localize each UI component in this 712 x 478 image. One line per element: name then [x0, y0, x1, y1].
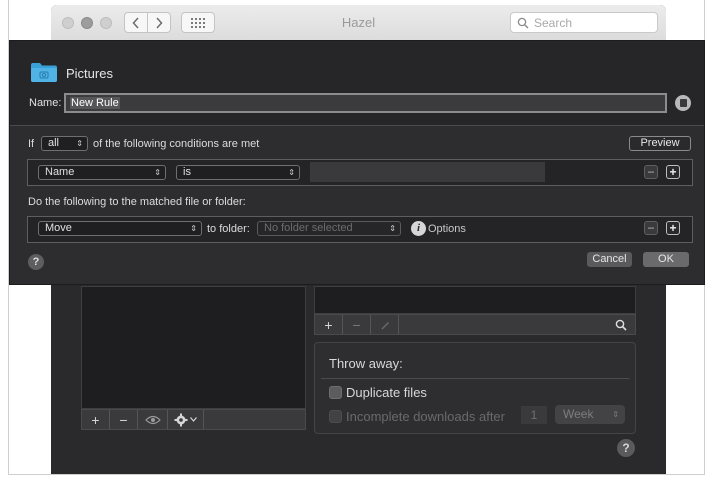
rule-header: Pictures Name: New Rule	[10, 41, 704, 126]
search-icon	[615, 319, 627, 331]
gear-icon	[174, 413, 188, 426]
duplicate-files-checkbox[interactable]	[329, 386, 342, 399]
rule-name-field[interactable]: New Rule	[64, 93, 667, 113]
folder-list-panel[interactable]	[81, 286, 306, 409]
help-button[interactable]: ?	[617, 439, 635, 457]
incomplete-downloads-unit-select[interactable]: Week ⇕	[555, 405, 625, 424]
pencil-icon	[381, 321, 389, 329]
add-rule-button[interactable]: +	[315, 315, 343, 334]
incomplete-downloads-label: Incomplete downloads after	[346, 409, 505, 424]
ok-button[interactable]: OK	[643, 252, 689, 267]
divider	[321, 378, 629, 379]
throw-away-box: Throw away: Duplicate files Incomplete d…	[314, 342, 636, 434]
condition-attribute-value: Name	[45, 166, 75, 178]
condition-attribute-select[interactable]: Name ⇕	[38, 165, 166, 180]
remove-rule-button[interactable]: −	[343, 315, 371, 334]
rules-list-panel[interactable]	[314, 286, 636, 314]
chevron-updown-icon: ⇕	[154, 168, 161, 177]
folder-actions-menu[interactable]	[168, 410, 204, 429]
duplicate-files-label: Duplicate files	[346, 385, 427, 400]
remove-folder-button[interactable]: −	[110, 410, 138, 429]
throw-away-title: Throw away:	[329, 356, 403, 371]
chevron-down-icon	[190, 417, 197, 422]
condition-value-field[interactable]	[310, 162, 545, 182]
chevron-updown-icon: ⇕	[288, 168, 295, 177]
incomplete-downloads-count[interactable]: 1	[521, 406, 547, 424]
preview-folder-button[interactable]	[138, 410, 168, 429]
to-folder-label: to folder:	[207, 223, 250, 235]
edit-rule-button[interactable]	[371, 315, 399, 334]
help-button[interactable]: ?	[28, 254, 44, 270]
cancel-button[interactable]: Cancel	[587, 252, 632, 267]
search-rules-button[interactable]	[607, 315, 635, 334]
chevron-updown-icon: ⇕	[612, 410, 619, 419]
conditions-text: of the following conditions are met	[93, 138, 260, 150]
rules-list-toolbar: + −	[314, 314, 636, 335]
remove-action-button[interactable]: −	[644, 221, 658, 235]
rule-notes-button[interactable]	[675, 95, 691, 111]
rule-name-label: Name:	[29, 97, 62, 109]
incomplete-downloads-checkbox[interactable]	[329, 410, 342, 423]
if-label: If	[28, 138, 35, 150]
condition-operator-value: is	[183, 166, 191, 178]
eye-icon	[144, 415, 161, 424]
action-type-value: Move	[45, 222, 72, 234]
options-button[interactable]: Options	[428, 223, 466, 235]
note-icon	[679, 99, 687, 107]
info-icon[interactable]: i	[411, 221, 426, 236]
match-mode-select[interactable]: all ⇕	[41, 136, 88, 151]
folder-name: Pictures	[66, 66, 113, 81]
match-mode-value: all	[48, 137, 60, 149]
chevron-updown-icon: ⇕	[389, 224, 396, 233]
actions-label: Do the following to the matched file or …	[28, 196, 246, 208]
folder-list-toolbar: + −	[81, 409, 306, 430]
remove-condition-button[interactable]: −	[644, 165, 658, 179]
add-action-button[interactable]: +	[666, 221, 680, 235]
chevron-updown-icon: ⇕	[76, 139, 83, 148]
unit-value: Week	[563, 407, 594, 421]
action-type-select[interactable]: Move ⇕	[38, 221, 202, 236]
preview-button[interactable]: Preview	[629, 136, 691, 151]
condition-operator-select[interactable]: is ⇕	[176, 165, 300, 180]
add-condition-button[interactable]: +	[666, 165, 680, 179]
destination-folder-value: No folder selected	[264, 222, 353, 234]
chevron-updown-icon: ⇕	[190, 224, 197, 233]
add-folder-button[interactable]: +	[82, 410, 110, 429]
destination-folder-select[interactable]: No folder selected ⇕	[257, 221, 401, 236]
rule-editor-sheet: Pictures Name: New Rule If all ⇕ of the …	[9, 40, 705, 285]
screenshot-stage: Hazel + − + −	[0, 0, 712, 478]
folder-icon	[31, 63, 57, 82]
rule-name-value: New Rule	[70, 97, 120, 109]
